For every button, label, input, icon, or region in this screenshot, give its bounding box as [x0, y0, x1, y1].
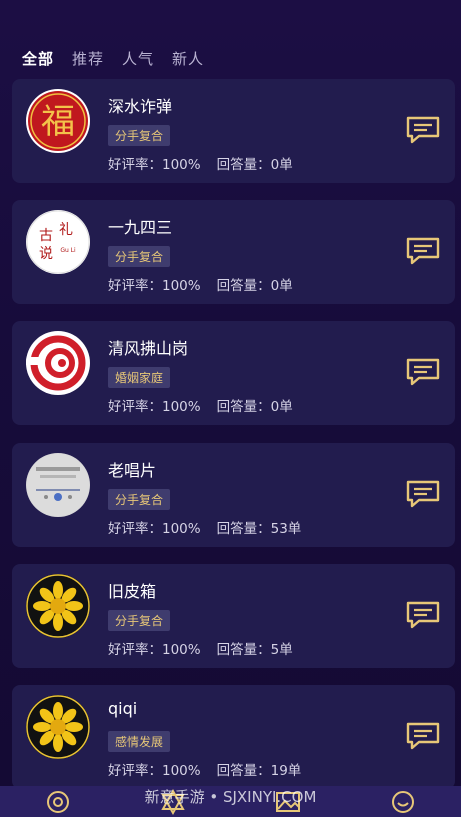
specialty-tag: 分手复合 [108, 246, 171, 267]
tab-all[interactable]: 全部 [22, 48, 54, 69]
stats: 好评率：100% 回答量：0单 [108, 153, 293, 173]
avatar [26, 574, 90, 638]
answers-text: 回答量：5单 [216, 642, 293, 658]
answers-text: 回答量：0单 [216, 399, 293, 415]
rating-text: 好评率：100% [108, 278, 201, 294]
sunflower-avatar-image [26, 574, 90, 638]
specialty-tag: 婚姻家庭 [108, 367, 171, 388]
answers-text: 回答量：0单 [216, 157, 293, 173]
stats: 好评率：100% 回答量：5单 [108, 638, 293, 658]
tab-new[interactable]: 新人 [172, 48, 204, 69]
sunflower-avatar-image [26, 695, 90, 759]
guli-avatar-image: 古 礼 说 Gu Li [26, 210, 90, 274]
svg-text:礼: 礼 [59, 222, 73, 238]
music-player-avatar-image [27, 454, 89, 516]
counselor-name: qiqi [108, 699, 138, 718]
specialty-tag: 分手复合 [108, 610, 171, 631]
counselor-card[interactable]: 旧皮箱 分手复合 好评率：100% 回答量：5单 [12, 564, 455, 668]
answers-text: 回答量：0单 [216, 278, 293, 294]
rating-text: 好评率：100% [108, 763, 201, 779]
tab-recommended[interactable]: 推荐 [72, 48, 104, 69]
tab-popular[interactable]: 人气 [122, 48, 154, 69]
rating-text: 好评率：100% [108, 399, 201, 415]
avatar [26, 331, 90, 395]
answers-text: 回答量：53单 [216, 521, 302, 537]
chat-bubble-icon[interactable] [405, 236, 441, 266]
chat-bubble-icon[interactable] [405, 115, 441, 145]
counselor-card[interactable]: 老唱片 分手复合 好评率：100% 回答量：53单 [12, 443, 455, 547]
swirl-logo-avatar-image [26, 332, 89, 394]
svg-text:古: 古 [39, 228, 53, 244]
chat-bubble-icon[interactable] [405, 357, 441, 387]
chat-bubble-icon[interactable] [405, 479, 441, 509]
specialty-tag: 感情发展 [108, 731, 171, 752]
chat-bubble-icon[interactable] [405, 721, 441, 751]
rating-text: 好评率：100% [108, 521, 201, 537]
stats: 好评率：100% 回答量：19单 [108, 759, 301, 779]
svg-text:福: 福 [41, 102, 75, 142]
avatar: 古 礼 说 Gu Li [26, 210, 90, 274]
stats: 好评率：100% 回答量：0单 [108, 274, 293, 294]
watermark-text: 新意手游 • SJXINYI.COM [144, 788, 317, 806]
answers-text: 回答量：19单 [216, 763, 302, 779]
specialty-tag: 分手复合 [108, 489, 171, 510]
stats: 好评率：100% 回答量：53单 [108, 517, 301, 537]
counselor-name: 旧皮箱 [108, 582, 157, 601]
avatar: 福 [26, 89, 90, 153]
rating-text: 好评率：100% [108, 642, 201, 658]
stats: 好评率：100% 回答量：0单 [108, 395, 293, 415]
counselor-card[interactable]: 古 礼 说 Gu Li 一九四三 分手复合 好评率：100% 回答量：0单 [12, 200, 455, 304]
counselor-name: 深水诈弹 [108, 97, 173, 116]
counselor-card[interactable]: 清风拂山岗 婚姻家庭 好评率：100% 回答量：0单 [12, 321, 455, 425]
counselor-name: 清风拂山岗 [108, 339, 189, 358]
counselor-card[interactable]: 福 深水诈弹 分手复合 好评率：100% 回答量：0单 [12, 79, 455, 183]
svg-text:Gu Li: Gu Li [60, 247, 76, 254]
specialty-tag: 分手复合 [108, 125, 171, 146]
counselor-name: 老唱片 [108, 461, 157, 480]
category-tabs: 全部 推荐 人气 新人 [22, 48, 204, 69]
avatar [26, 453, 90, 517]
counselor-card[interactable]: qiqi 感情发展 好评率：100% 回答量：19单 [12, 685, 455, 789]
chat-bubble-icon[interactable] [405, 600, 441, 630]
fu-avatar-image: 福 [28, 91, 88, 151]
rating-text: 好评率：100% [108, 157, 201, 173]
counselor-name: 一九四三 [108, 218, 173, 237]
avatar [26, 695, 90, 759]
svg-text:说: 说 [39, 246, 53, 262]
